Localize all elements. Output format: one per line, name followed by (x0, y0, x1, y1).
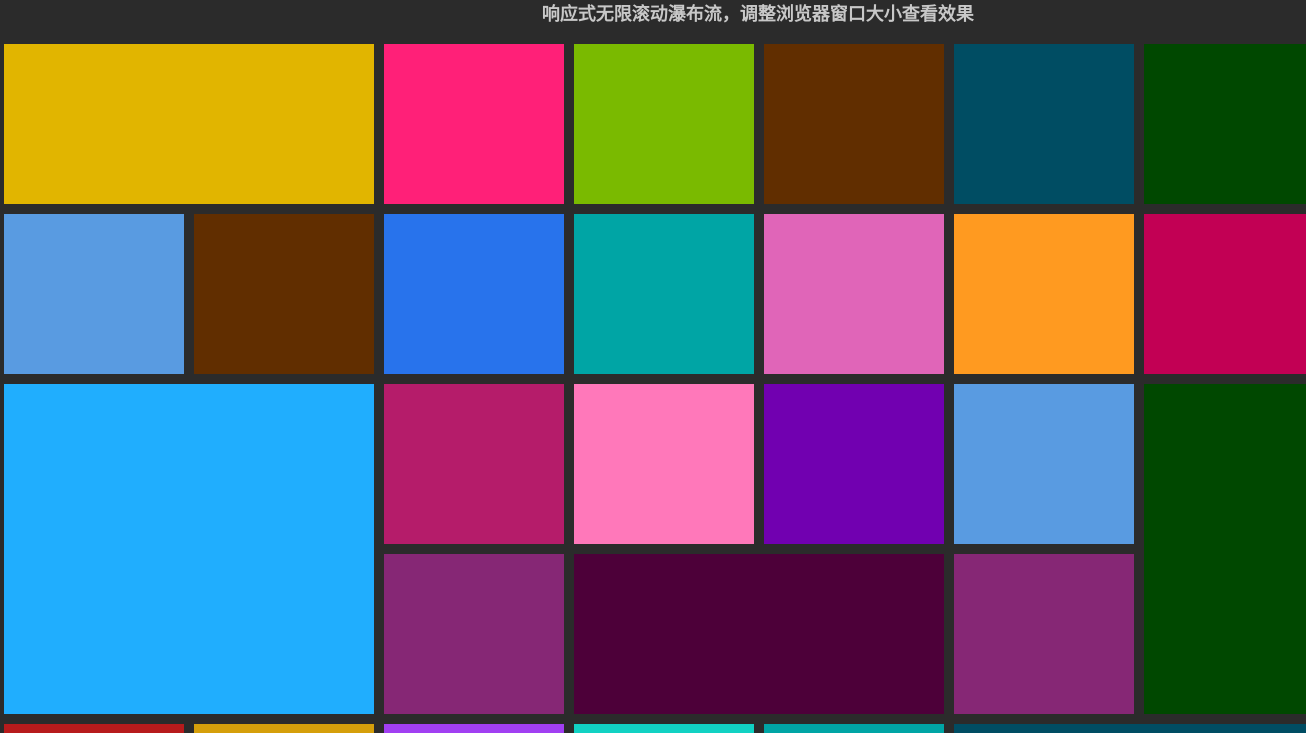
color-tile[interactable] (194, 214, 374, 374)
color-tile[interactable] (954, 724, 1306, 733)
color-tile[interactable] (574, 554, 944, 714)
color-tile[interactable] (384, 724, 564, 733)
color-tile[interactable] (384, 384, 564, 544)
color-tile[interactable] (954, 214, 1134, 374)
color-tile[interactable] (4, 214, 184, 374)
color-tile[interactable] (574, 724, 754, 733)
color-tile[interactable] (4, 44, 374, 204)
page-title: 响应式无限滚动瀑布流，调整浏览器窗口大小查看效果 (542, 4, 974, 25)
color-tile[interactable] (574, 214, 754, 374)
color-tile[interactable] (764, 384, 944, 544)
color-tile[interactable] (4, 384, 374, 714)
color-tile[interactable] (954, 44, 1134, 204)
color-tile[interactable] (574, 44, 754, 204)
color-tile[interactable] (384, 44, 564, 204)
color-tile[interactable] (954, 384, 1134, 544)
color-tile[interactable] (764, 724, 944, 733)
color-tile[interactable] (1144, 384, 1306, 714)
color-tile[interactable] (574, 384, 754, 544)
color-tile[interactable] (764, 44, 944, 204)
color-tile[interactable] (1144, 44, 1306, 204)
color-tile[interactable] (194, 724, 374, 733)
color-tile[interactable] (954, 554, 1134, 714)
color-tile[interactable] (764, 214, 944, 374)
color-tile[interactable] (384, 554, 564, 714)
color-tile[interactable] (384, 214, 564, 374)
color-tile[interactable] (1144, 214, 1306, 374)
tile-wall: 响应式无限滚动瀑布流，调整浏览器窗口大小查看效果 (0, 0, 1306, 733)
color-tile[interactable] (4, 724, 184, 733)
